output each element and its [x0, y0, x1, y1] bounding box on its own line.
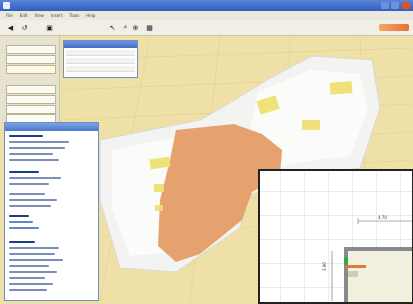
dimension-label-top: 4.70	[378, 215, 387, 220]
plan-highlight	[346, 265, 366, 268]
menu-edit[interactable]: Edit	[20, 13, 28, 18]
zoom-icon[interactable]: ⊕	[131, 23, 140, 32]
plan-wall	[344, 247, 412, 251]
pointer-icon[interactable]: ↖	[108, 23, 117, 32]
tree-heading	[9, 215, 29, 217]
panel-button-3[interactable]	[6, 65, 56, 74]
tree-item[interactable]	[9, 271, 57, 273]
command-panel	[0, 36, 60, 123]
dimension-label-side: 3.90	[322, 262, 327, 271]
tree-item[interactable]	[9, 193, 45, 195]
tree-item[interactable]	[9, 205, 51, 207]
tree-panel-header	[5, 123, 98, 131]
popup-row[interactable]	[66, 50, 135, 56]
grid-icon[interactable]: ▦	[145, 23, 154, 32]
tree-item[interactable]	[9, 221, 33, 223]
plan-room	[348, 251, 412, 302]
panel-button-1[interactable]	[6, 45, 56, 54]
back-icon[interactable]: ◀	[6, 23, 15, 32]
menu-bar: File Edit View Insert Tools Help	[0, 11, 413, 20]
status-indicator	[379, 24, 409, 31]
tree-heading	[9, 171, 39, 173]
tree-item[interactable]	[9, 277, 45, 279]
panel-button-2[interactable]	[6, 55, 56, 64]
menu-file[interactable]: File	[6, 13, 13, 18]
tree-item[interactable]	[9, 199, 57, 201]
app-icon	[3, 2, 10, 9]
plan-wall	[344, 247, 348, 302]
tree-item[interactable]	[9, 283, 53, 285]
panel-button-5[interactable]	[6, 95, 56, 104]
tree-item[interactable]	[9, 253, 55, 255]
tree-heading	[9, 135, 43, 137]
panel-button-6[interactable]	[6, 105, 56, 114]
menu-insert[interactable]: Insert	[51, 13, 62, 18]
popup-header	[64, 41, 137, 48]
close-button[interactable]	[402, 2, 410, 9]
tree-item[interactable]	[9, 147, 65, 149]
tree-item[interactable]	[9, 159, 59, 161]
panel-button-4[interactable]	[6, 85, 56, 94]
menu-tools[interactable]: Tools	[69, 13, 79, 18]
properties-tree-panel[interactable]	[4, 122, 99, 301]
tree-heading	[9, 241, 35, 243]
popup-row[interactable]	[66, 58, 135, 64]
title-bar	[0, 0, 413, 11]
tree-item[interactable]	[9, 259, 63, 261]
tree-item[interactable]	[9, 183, 49, 185]
toolbar: ◀ ↺ ▣ ↖ ⌕ ⊕ ▦	[0, 20, 413, 36]
menu-help[interactable]: Help	[86, 13, 95, 18]
popup-row[interactable]	[66, 66, 135, 72]
dropdown-popup[interactable]	[63, 40, 138, 78]
plan-highlight	[344, 257, 348, 265]
tree-item[interactable]	[9, 227, 39, 229]
maximize-button[interactable]	[391, 2, 399, 9]
print-icon[interactable]: ▣	[45, 23, 54, 32]
undo-icon[interactable]: ↺	[20, 23, 29, 32]
search-icon[interactable]: ⌕	[121, 23, 130, 32]
tree-item[interactable]	[9, 247, 59, 249]
2d-plan-inset[interactable]: 4.70 3.90	[258, 169, 413, 304]
tree-item[interactable]	[9, 289, 47, 291]
minimize-button[interactable]	[381, 2, 389, 9]
tree-item[interactable]	[9, 153, 53, 155]
tree-item[interactable]	[9, 141, 69, 143]
menu-view[interactable]: View	[34, 13, 44, 18]
tree-item[interactable]	[9, 177, 61, 179]
tree-item[interactable]	[9, 265, 49, 267]
